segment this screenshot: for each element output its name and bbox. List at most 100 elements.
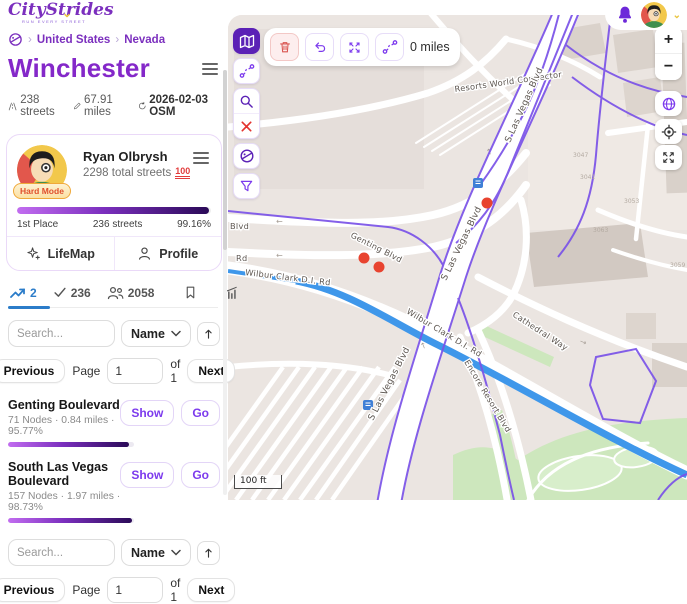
person-icon (137, 246, 152, 261)
zoom-in-button[interactable]: + (655, 27, 682, 53)
of-label: of 1 (170, 357, 180, 385)
active-tab-underline (8, 306, 50, 309)
street-tabs: 2 236 2058 (10, 285, 218, 308)
search-icon (239, 94, 254, 109)
street-row: South Las Vegas Boulevard 157 Nodes · 1.… (8, 460, 220, 523)
route-distance: 0 miles (410, 40, 450, 54)
previous-button[interactable]: Previous (0, 359, 65, 383)
chevron-down-icon (171, 330, 181, 337)
oneway-arrow: ← (276, 217, 283, 226)
map-container[interactable]: ← ← ← ← → Resorts World Connector S Las … (228, 15, 687, 500)
route-icon (239, 63, 255, 79)
zoom-out-button[interactable]: − (655, 53, 682, 80)
undo-button[interactable] (305, 33, 334, 61)
delete-route-button[interactable] (270, 33, 299, 61)
filter-icon (239, 179, 254, 193)
street-search-input-2[interactable] (8, 539, 115, 566)
city-menu-icon[interactable] (202, 60, 218, 78)
oneway-arrow: ← (276, 251, 283, 260)
previous-button-2[interactable]: Previous (0, 578, 65, 602)
logo-chevron-icon[interactable]: ⌄ (62, 6, 72, 20)
close-icon (240, 120, 253, 133)
tab-users[interactable]: 2058 (107, 286, 155, 300)
street-progress-fill (8, 442, 129, 447)
next-button[interactable]: Next (187, 359, 235, 383)
tab-bookmarks[interactable] (184, 285, 197, 300)
map-icon (239, 34, 255, 49)
expand-icon (347, 40, 362, 55)
street-search-input[interactable] (8, 320, 115, 347)
next-button-2[interactable]: Next (187, 578, 235, 602)
tab-in-progress[interactable]: 2 (10, 286, 37, 300)
locate-button[interactable] (655, 119, 682, 144)
breadcrumb-state[interactable]: Nevada (124, 34, 165, 46)
sort-dropdown-2[interactable]: Name (121, 539, 191, 566)
bell-icon[interactable] (615, 5, 635, 25)
go-button[interactable]: Go (181, 400, 220, 426)
go-button[interactable]: Go (181, 462, 220, 488)
sort-dropdown[interactable]: Name (121, 320, 191, 347)
pencil-icon (73, 100, 82, 112)
user-card: Hard Mode Ryan Olbrysh 2298 total street… (6, 134, 222, 271)
clear-search-button[interactable] (234, 113, 259, 138)
route-builder-tool-button[interactable] (233, 58, 260, 84)
map-canvas[interactable]: ← ← ← ← → Resorts World Connector S Las … (228, 15, 687, 500)
show-button[interactable]: Show (120, 400, 174, 426)
globe-view-button[interactable] (655, 91, 682, 116)
route-mode-button[interactable] (375, 33, 404, 61)
bookmark-icon (184, 285, 197, 300)
node-marker[interactable] (482, 198, 493, 209)
house-number: 3041 (580, 174, 595, 181)
city-streets-tool-button[interactable] (233, 28, 260, 54)
filter-tool-button[interactable] (233, 173, 260, 199)
user-card-menu-icon[interactable] (193, 149, 209, 167)
road-label: Blvd (230, 221, 249, 231)
page-input-2[interactable] (107, 577, 163, 603)
node-marker[interactable] (374, 262, 385, 273)
chevron-down-icon (171, 549, 181, 556)
user-percent: 99.16% (177, 219, 211, 230)
profile-label: Profile (159, 247, 198, 261)
lifemap-label: LifeMap (48, 247, 95, 261)
node-marker[interactable] (359, 253, 370, 264)
street-name[interactable]: South Las Vegas Boulevard (8, 460, 120, 488)
tab-in-progress-count: 2 (30, 286, 37, 300)
crumb-sep: › (115, 34, 119, 46)
profile-button[interactable]: Profile (115, 237, 222, 270)
hard-mode-badge: Hard Mode (13, 183, 71, 199)
house-number: 3047 (573, 152, 588, 159)
page-label: Page (72, 364, 100, 378)
account-chevron-icon[interactable]: ⌄ (673, 10, 681, 21)
user-completed: 236 streets (93, 219, 142, 230)
page-title: Winchester (8, 53, 150, 84)
sort-direction-button[interactable] (197, 322, 220, 346)
user-name[interactable]: Ryan Olbrysh (83, 149, 211, 164)
tab-completed[interactable]: 236 (53, 286, 91, 300)
lifemap-button[interactable]: LifeMap (7, 237, 115, 270)
arrow-up-icon (204, 547, 213, 559)
sort-label: Name (131, 327, 165, 341)
user-progress-track (17, 207, 211, 214)
sidebar-scrollbar[interactable] (223, 70, 227, 495)
header-right: ⌄ (605, 0, 687, 30)
page-input[interactable] (107, 358, 163, 384)
trash-icon (278, 40, 292, 54)
route-icon (382, 39, 398, 55)
people-icon (107, 286, 124, 300)
user-avatar[interactable] (641, 2, 667, 28)
show-button[interactable]: Show (120, 462, 174, 488)
tab-completed-count: 236 (71, 286, 91, 300)
map-search-button[interactable] (234, 89, 259, 113)
breadcrumb-country[interactable]: United States (37, 34, 111, 46)
fit-route-button[interactable] (340, 33, 369, 61)
fullscreen-button[interactable] (655, 145, 682, 170)
arrow-up-icon (204, 328, 213, 340)
hundred-emoji: 100 (175, 167, 190, 179)
sort-direction-button-2[interactable] (197, 541, 220, 565)
street-name[interactable]: Genting Boulevard (8, 398, 120, 412)
house-number: 3063 (593, 227, 608, 234)
app-logo[interactable]: CityStrides RUN EVERY STREET (8, 2, 114, 24)
street-progress-track (8, 442, 134, 447)
trending-icon (10, 286, 26, 300)
globe-tool-button[interactable] (233, 143, 260, 169)
